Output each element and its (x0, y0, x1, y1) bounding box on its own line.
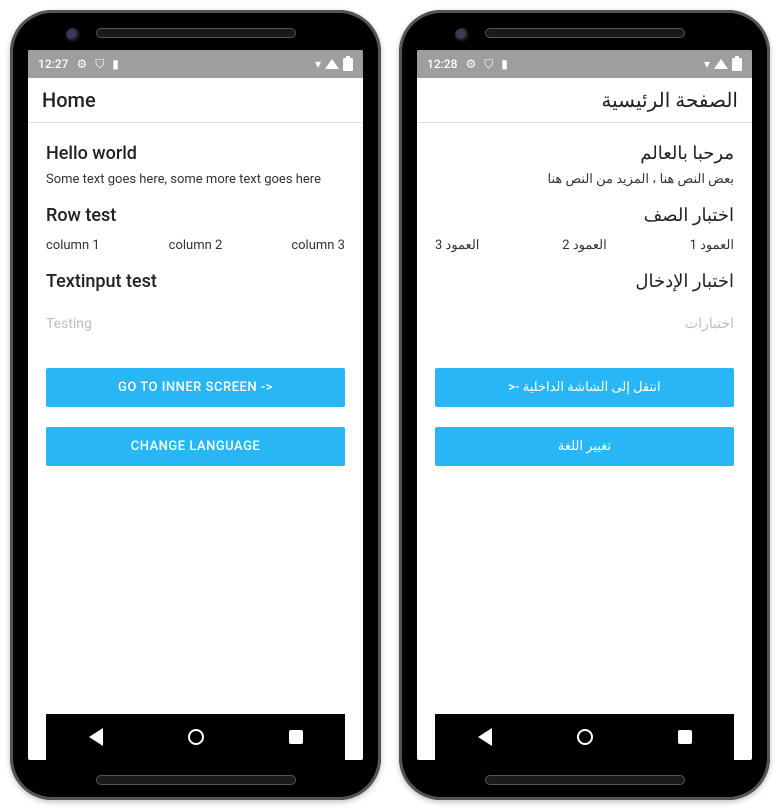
signal-icon (714, 59, 728, 69)
gear-icon: ⚙ (465, 57, 476, 71)
status-bar: 12:28 ⚙ ⛉ ▮ ▾ (417, 50, 752, 78)
clock: 12:28 (427, 57, 457, 71)
front-camera (455, 28, 469, 42)
textinput-heading: Textinput test (46, 271, 345, 292)
column-2: العمود 2 (562, 238, 606, 253)
android-nav-bar (46, 714, 345, 760)
textinput-heading: اختبار الإدخال (435, 271, 734, 292)
gear-icon: ⚙ (76, 57, 87, 71)
row-heading: اختبار الصف (435, 205, 734, 226)
change-language-button[interactable]: CHANGE LANGUAGE (46, 427, 345, 466)
column-3: column 3 (291, 238, 345, 253)
nav-home-icon[interactable] (188, 729, 204, 745)
nav-recent-icon[interactable] (678, 730, 692, 744)
column-3: العمود 3 (435, 238, 479, 253)
battery-icon (343, 58, 353, 71)
column-1: column 1 (46, 238, 100, 253)
columns-row: العمود 1 العمود 2 العمود 3 (435, 238, 734, 253)
wifi-icon: ▾ (704, 57, 710, 71)
nav-home-icon[interactable] (577, 729, 593, 745)
front-camera (66, 28, 80, 42)
battery-icon (732, 58, 742, 71)
text-input[interactable]: اختبارات (435, 310, 734, 338)
text-input[interactable]: Testing (46, 310, 345, 338)
row-heading: Row test (46, 205, 345, 226)
phone-left: 12:27 ⚙ ⛉ ▮ ▾ Home Hello world Some text… (10, 10, 381, 800)
shield-icon: ⛉ (484, 57, 493, 72)
earpiece-top (96, 28, 296, 38)
clock: 12:27 (38, 57, 68, 71)
sim-icon: ▮ (112, 57, 119, 71)
nav-back-icon[interactable] (478, 728, 492, 746)
columns-row: column 1 column 2 column 3 (46, 238, 345, 253)
earpiece-bottom (96, 775, 296, 785)
go-inner-button[interactable]: انتقل إلى الشاشة الداخلية -< (435, 368, 734, 407)
change-language-button[interactable]: تغيير اللغة (435, 427, 734, 466)
go-inner-button[interactable]: GO TO INNER SCREEN -> (46, 368, 345, 407)
device-chin (10, 760, 381, 800)
device-chin (399, 760, 770, 800)
nav-recent-icon[interactable] (289, 730, 303, 744)
status-bar: 12:27 ⚙ ⛉ ▮ ▾ (28, 50, 363, 78)
app-bar: Home (28, 78, 363, 123)
screen-right: 12:28 ⚙ ⛉ ▮ ▾ الصفحة الرئيسية مرحبا بالع… (417, 50, 752, 760)
column-2: column 2 (169, 238, 223, 253)
nav-back-icon[interactable] (89, 728, 103, 746)
app-bar: الصفحة الرئيسية (417, 78, 752, 123)
earpiece-bottom (485, 775, 685, 785)
shield-icon: ⛉ (95, 57, 104, 72)
page-title: Home (42, 88, 96, 112)
android-nav-bar (435, 714, 734, 760)
column-1: العمود 1 (690, 238, 734, 253)
hello-body: بعض النص هنا ، المزيد من النص هنا (435, 172, 734, 187)
hello-body: Some text goes here, some more text goes… (46, 172, 345, 187)
earpiece-top (485, 28, 685, 38)
signal-icon (325, 59, 339, 69)
content-area: Hello world Some text goes here, some mo… (28, 123, 363, 714)
content-area: مرحبا بالعالم بعض النص هنا ، المزيد من ا… (417, 123, 752, 714)
page-title: الصفحة الرئيسية (601, 88, 738, 112)
hello-heading: مرحبا بالعالم (435, 143, 734, 164)
screen-left: 12:27 ⚙ ⛉ ▮ ▾ Home Hello world Some text… (28, 50, 363, 760)
phone-right: 12:28 ⚙ ⛉ ▮ ▾ الصفحة الرئيسية مرحبا بالع… (399, 10, 770, 800)
wifi-icon: ▾ (315, 57, 321, 71)
sim-icon: ▮ (501, 57, 508, 71)
hello-heading: Hello world (46, 143, 345, 164)
